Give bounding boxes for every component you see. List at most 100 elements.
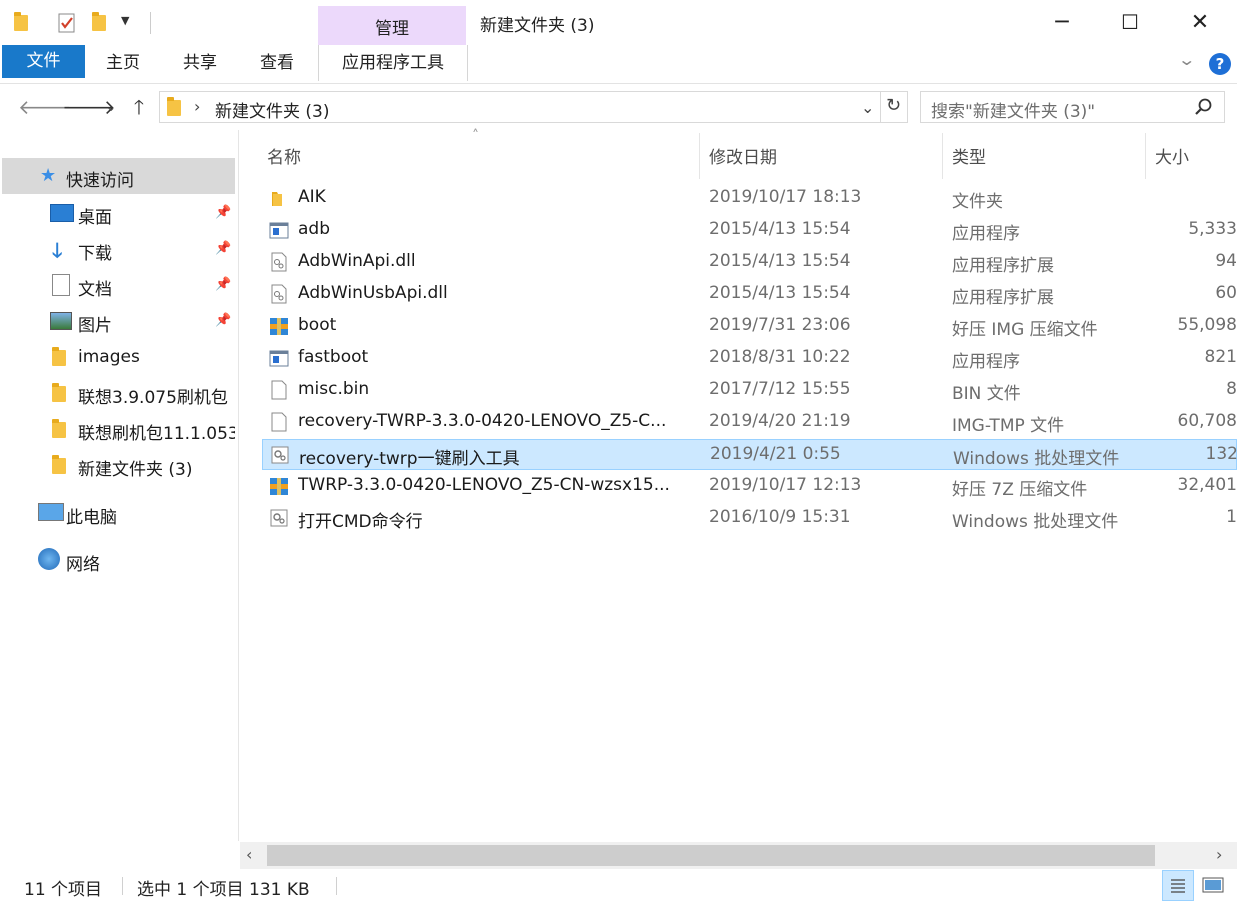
nav-item-new-folder-3[interactable]: 新建文件夹 (3) (2, 447, 235, 483)
nav-label: 文档 (78, 280, 112, 300)
file-date: 2017/7/12 15:55 (709, 379, 851, 399)
file-row[interactable]: boot 2019/7/31 23:06 好压 IMG 压缩文件 55,098 (262, 311, 1237, 342)
maximize-button[interactable]: ☐ (1096, 0, 1164, 45)
file-name: AdbWinUsbApi.dll (298, 283, 448, 303)
up-button[interactable]: 🡑 (127, 92, 151, 122)
folder-icon (167, 97, 185, 117)
nav-label: 网络 (66, 555, 100, 575)
file-row[interactable]: fastboot 2018/8/31 10:22 应用程序 821 (262, 343, 1237, 374)
file-name: TWRP-3.3.0-0420-LENOVO_Z5-CN-wzsx15... (298, 475, 670, 495)
file-name: misc.bin (298, 379, 370, 399)
file-row[interactable]: TWRP-3.3.0-0420-LENOVO_Z5-CN-wzsx15... 2… (262, 471, 1237, 502)
file-row[interactable]: adb 2015/4/13 15:54 应用程序 5,333 (262, 215, 1237, 246)
minimize-button[interactable]: ─ (1028, 0, 1096, 45)
nav-label: 联想刷机包11.1.053 (78, 424, 235, 444)
dll-icon (271, 252, 287, 272)
tab-file[interactable]: 文件 (2, 45, 85, 78)
pane-divider[interactable] (238, 130, 239, 841)
pin-icon[interactable]: 📌 (215, 241, 231, 256)
folder-icon (272, 192, 282, 206)
help-icon[interactable]: ? (1209, 53, 1231, 75)
pin-icon[interactable]: 📌 (215, 205, 231, 220)
tab-home[interactable]: 主页 (92, 45, 154, 78)
nav-network[interactable]: 网络 (2, 542, 235, 578)
nav-this-pc[interactable]: 此电脑 (2, 495, 235, 531)
file-name: recovery-twrp一键刷入工具 (299, 449, 520, 469)
nav-item-desktop[interactable]: 桌面 📌 (2, 195, 235, 231)
breadcrumb-chevron-icon[interactable]: › (194, 97, 200, 116)
file-row[interactable]: 打开CMD命令行 2016/10/9 15:31 Windows 批处理文件 1 (262, 503, 1237, 534)
column-separator[interactable] (1145, 133, 1146, 179)
recent-locations-icon[interactable]: ⌄ (99, 92, 123, 122)
file-row[interactable]: misc.bin 2017/7/12 15:55 BIN 文件 8 (262, 375, 1237, 406)
tab-application-tools[interactable]: 应用程序工具 (318, 45, 468, 81)
breadcrumb[interactable]: 新建文件夹 (3) (215, 97, 329, 122)
nav-item-images[interactable]: images (2, 339, 235, 375)
archive-icon (270, 318, 288, 335)
file-row[interactable]: AIK 2019/10/17 18:13 文件夹 (262, 183, 1237, 214)
scrollbar-thumb[interactable] (267, 845, 1155, 866)
file-size: 60 (1215, 283, 1237, 303)
file-row-selected[interactable]: recovery-twrp一键刷入工具 2019/4/21 0:55 Windo… (262, 439, 1237, 470)
refresh-icon[interactable]: ↻ (886, 95, 901, 116)
close-button[interactable]: ✕ (1166, 0, 1234, 45)
nav-item-documents[interactable]: 文档 📌 (2, 267, 235, 303)
column-header-size[interactable]: 大小 (1155, 143, 1189, 168)
column-separator[interactable] (942, 133, 943, 179)
file-type: Windows 批处理文件 (952, 512, 1119, 532)
pin-icon[interactable]: 📌 (215, 313, 231, 328)
file-size: 55,098 (1177, 315, 1237, 335)
file-row[interactable]: AdbWinApi.dll 2015/4/13 15:54 应用程序扩展 94 (262, 247, 1237, 278)
address-dropdown-icon[interactable]: ⌄ (861, 98, 874, 117)
batch-icon (271, 446, 289, 464)
item-count: 11 个项目 (24, 880, 103, 900)
file-date: 2015/4/13 15:54 (709, 219, 851, 239)
tab-view[interactable]: 查看 (246, 45, 308, 78)
nav-item-pictures[interactable]: 图片 📌 (2, 303, 235, 339)
column-header-date[interactable]: 修改日期 (709, 143, 777, 168)
details-view-button[interactable] (1162, 870, 1194, 901)
status-divider (122, 877, 123, 895)
download-icon: 🡓 (52, 238, 63, 262)
large-icons-view-button[interactable] (1200, 872, 1226, 898)
quick-access-dropdown-icon[interactable]: ▼ (121, 14, 129, 27)
scroll-right-icon[interactable]: › (1216, 845, 1222, 864)
new-folder-icon[interactable] (92, 12, 110, 32)
back-button[interactable]: 🡐 (18, 92, 72, 122)
search-icon[interactable] (1194, 97, 1214, 117)
pin-icon[interactable]: 📌 (215, 277, 231, 292)
file-name: boot (298, 315, 337, 335)
nav-label: 桌面 (78, 208, 112, 228)
file-size: 94 (1215, 251, 1237, 271)
column-separator[interactable] (699, 133, 700, 179)
nav-item-lenovo-11-1[interactable]: 联想刷机包11.1.053 (2, 411, 235, 447)
archive-icon (270, 478, 288, 495)
file-size: 8 (1226, 379, 1237, 399)
tab-share[interactable]: 共享 (169, 45, 231, 78)
file-name: adb (298, 219, 330, 239)
folder-icon[interactable] (14, 12, 32, 32)
file-row[interactable]: AdbWinUsbApi.dll 2015/4/13 15:54 应用程序扩展 … (262, 279, 1237, 310)
column-header-name[interactable]: 名称 (267, 143, 301, 168)
folder-icon (52, 347, 70, 367)
file-row[interactable]: recovery-TWRP-3.3.0-0420-LENOVO_Z5-C... … (262, 407, 1237, 438)
column-header-type[interactable]: 类型 (952, 143, 986, 168)
file-size: 32,401 (1177, 475, 1237, 495)
scroll-left-icon[interactable]: ‹ (246, 845, 252, 864)
folder-icon (52, 419, 70, 439)
nav-item-lenovo-3-9[interactable]: 联想3.9.075刷机包 (2, 375, 235, 411)
blank-file-icon (271, 380, 287, 400)
selection-info: 选中 1 个项目 131 KB (137, 880, 310, 900)
file-date: 2016/10/9 15:31 (709, 507, 851, 527)
sort-ascending-icon: ˄ (472, 128, 479, 144)
nav-quick-access[interactable]: ★ 快速访问 (2, 158, 235, 194)
expand-ribbon-icon[interactable]: ⌄ (1177, 50, 1196, 69)
batch-icon (270, 509, 288, 527)
details-view-icon (1171, 879, 1185, 893)
file-name: recovery-TWRP-3.3.0-0420-LENOVO_Z5-C... (298, 411, 667, 431)
nav-item-downloads[interactable]: 🡓 下载 📌 (2, 231, 235, 267)
title-divider (150, 12, 151, 34)
forward-button[interactable]: 🡒 (62, 92, 116, 122)
window-title: 新建文件夹 (3) (480, 16, 595, 36)
properties-icon[interactable] (55, 12, 79, 34)
